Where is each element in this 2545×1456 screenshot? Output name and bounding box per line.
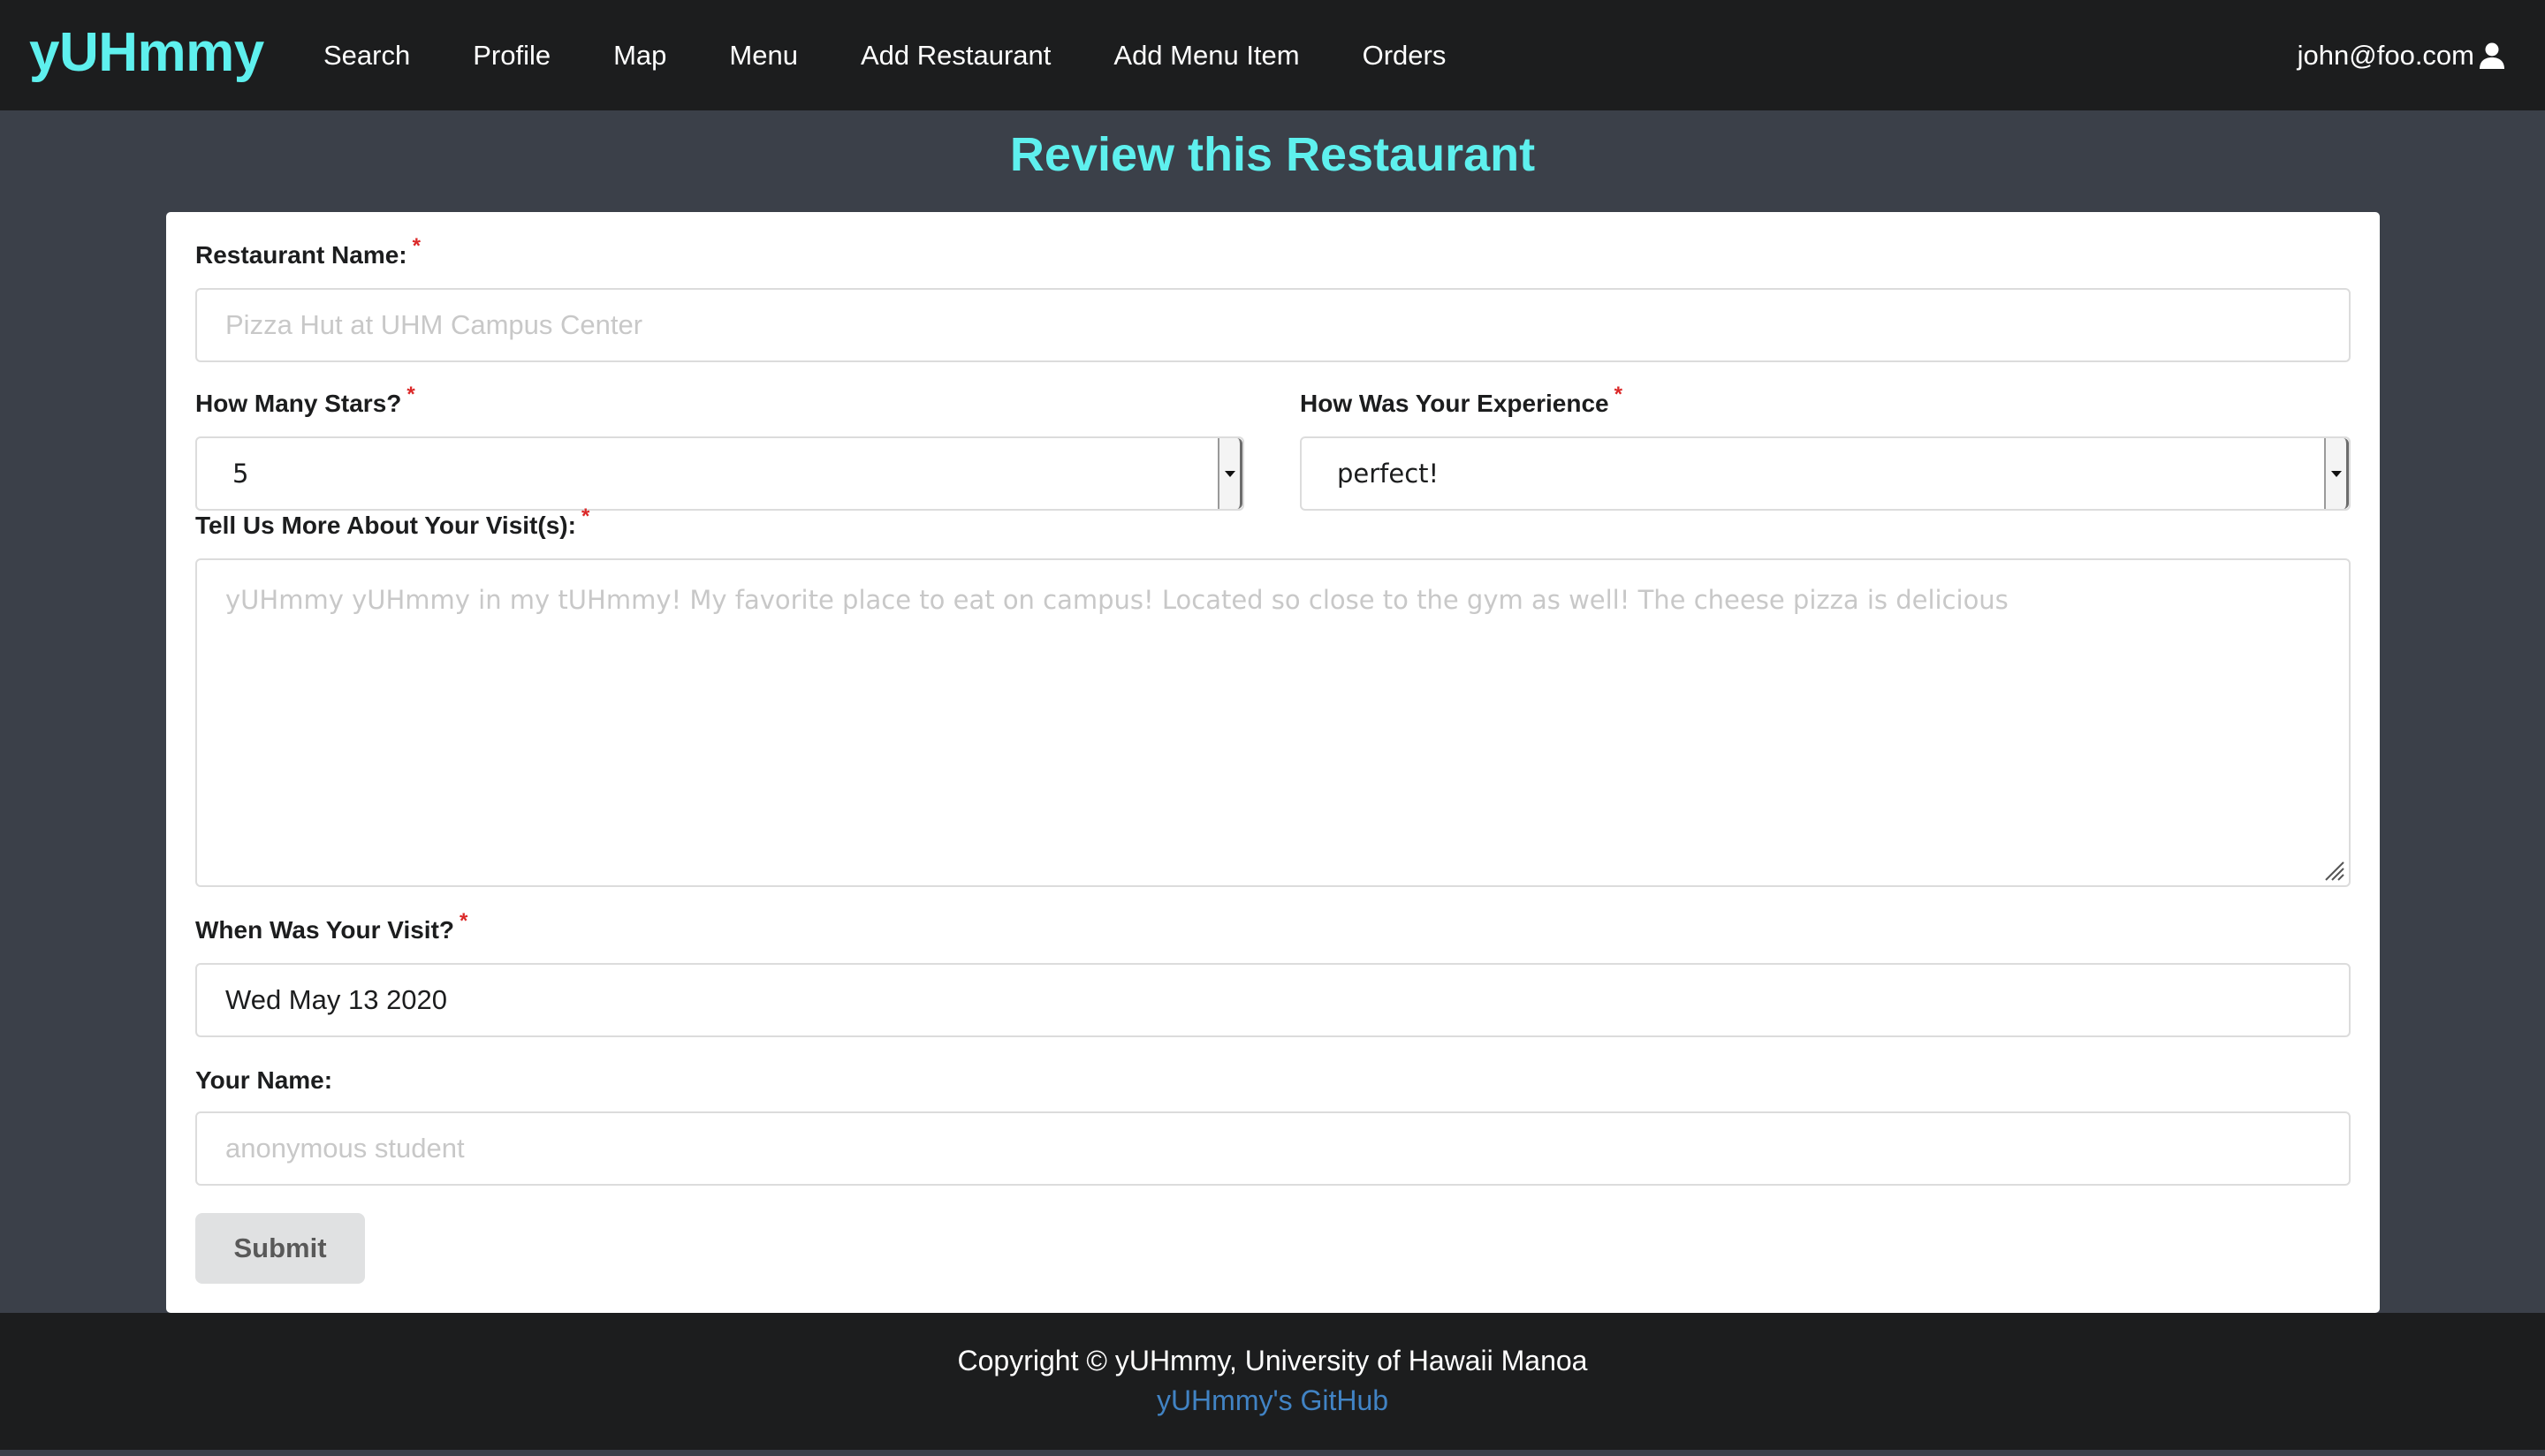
visit-date-input[interactable]: Wed May 13 2020 <box>195 963 2351 1037</box>
restaurant-name-label: Restaurant Name: * <box>195 234 421 269</box>
experience-select-value: perfect! <box>1337 459 1440 489</box>
your-name-label: Your Name: <box>195 1066 333 1094</box>
visit-date-value: Wed May 13 2020 <box>225 984 448 1015</box>
details-textarea[interactable]: yUHmmy yUHmmy in my tUHmmy! My favorite … <box>195 558 2351 887</box>
details-label: Tell Us More About Your Visit(s): * <box>195 504 589 540</box>
nav-menu: Search Profile Map Menu Add Restaurant A… <box>323 0 1508 110</box>
experience-select[interactable]: perfect! <box>1300 436 2351 511</box>
nav-item-profile[interactable]: Profile <box>473 40 551 72</box>
stars-select-arrow[interactable] <box>1218 438 1242 509</box>
footer-copyright: Copyright © yUHmmy, University of Hawaii… <box>957 1345 1588 1376</box>
experience-label-text: How Was Your Experience <box>1300 390 1609 417</box>
stars-select[interactable]: 5 <box>195 436 1244 511</box>
required-marker: * <box>1614 383 1622 406</box>
brand-logo[interactable]: yUHmmy <box>29 18 264 88</box>
details-placeholder: yUHmmy yUHmmy in my tUHmmy! My favorite … <box>225 585 2009 615</box>
review-form-card: Restaurant Name: * Pizza Hut at UHM Campu… <box>166 212 2380 1313</box>
restaurant-name-placeholder: Pizza Hut at UHM Campus Center <box>225 309 643 340</box>
chevron-down-icon <box>1224 470 1235 477</box>
required-marker: * <box>412 234 421 258</box>
stars-label: How Many Stars? * <box>195 383 415 418</box>
nav-item-add-menu-item[interactable]: Add Menu Item <box>1113 40 1299 72</box>
details-label-text: Tell Us More About Your Visit(s): <box>195 512 576 539</box>
user-icon <box>2480 42 2504 69</box>
visit-date-label-text: When Was Your Visit? <box>195 916 455 944</box>
resize-grip-icon[interactable] <box>2322 859 2345 882</box>
stars-select-value: 5 <box>232 459 249 489</box>
restaurant-name-input[interactable]: Pizza Hut at UHM Campus Center <box>195 288 2351 362</box>
nav-item-orders[interactable]: Orders <box>1363 40 1447 72</box>
restaurant-name-label-text: Restaurant Name: <box>195 241 407 269</box>
stars-label-text: How Many Stars? <box>195 390 402 417</box>
experience-select-arrow[interactable] <box>2324 438 2349 509</box>
footer: Copyright © yUHmmy, University of Hawaii… <box>0 1313 2545 1450</box>
github-link[interactable]: yUHmmy's GitHub <box>0 1384 2545 1417</box>
chevron-down-icon <box>2330 470 2342 477</box>
required-marker: * <box>581 504 590 528</box>
user-menu[interactable]: john@foo.com <box>2298 0 2506 110</box>
required-marker: * <box>406 383 415 406</box>
required-marker: * <box>460 909 468 933</box>
nav-item-menu[interactable]: Menu <box>729 40 798 72</box>
page-title: Review this Restaurant <box>1009 128 1536 181</box>
nav-item-add-restaurant[interactable]: Add Restaurant <box>861 40 1051 72</box>
your-name-input[interactable]: anonymous student <box>195 1111 2351 1186</box>
top-navbar: yUHmmy Search Profile Map Menu Add Resta… <box>0 0 2545 110</box>
your-name-placeholder: anonymous student <box>225 1133 465 1164</box>
submit-button[interactable]: Submit <box>195 1213 365 1284</box>
nav-item-search[interactable]: Search <box>323 40 410 72</box>
user-email: john@foo.com <box>2297 39 2474 71</box>
experience-label: How Was Your Experience * <box>1300 383 1622 418</box>
visit-date-label: When Was Your Visit? * <box>195 909 467 944</box>
nav-item-map[interactable]: Map <box>613 40 666 72</box>
